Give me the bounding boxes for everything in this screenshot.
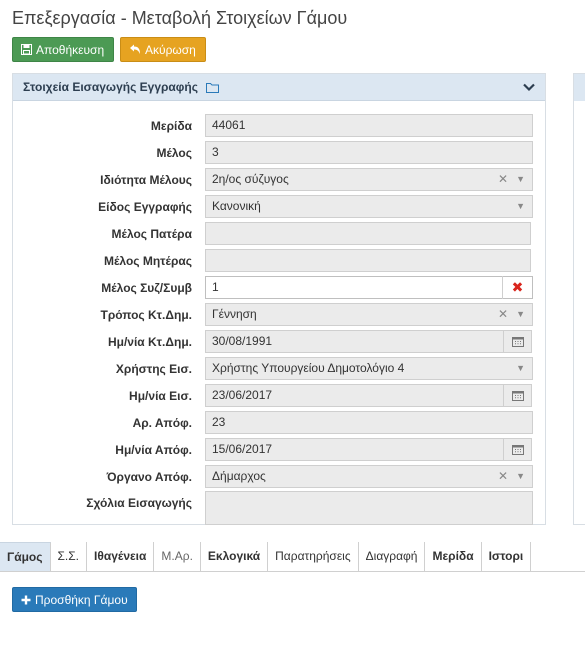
page-title: Επεξεργασία - Μεταβολή Στοιχείων Γάμου: [12, 8, 348, 28]
dropdown-caret-icon[interactable]: ▼: [516, 358, 525, 379]
tab-merida[interactable]: Μερίδα: [425, 542, 482, 571]
decision-body-select[interactable]: Δήμαρχος ✕ ▼: [205, 465, 533, 488]
tab-mar[interactable]: Μ.Αρ.: [154, 542, 201, 571]
plus-icon: [21, 595, 31, 604]
tab-gamos[interactable]: Γάμος: [0, 542, 51, 571]
tab-ss[interactable]: Σ.Σ.: [50, 542, 88, 571]
mother-member-field: [205, 249, 531, 272]
member-property-label: Ιδιότητα Μέλους: [100, 173, 192, 187]
tab-bar: Γάμος Σ.Σ. Ιθαγένεια Μ.Αρ. Εκλογικά Παρα…: [0, 542, 585, 572]
acquisition-date-field[interactable]: 30/08/1991: [205, 330, 532, 353]
calendar-icon[interactable]: [503, 438, 531, 461]
tab-istoriko[interactable]: Ιστορι: [481, 542, 532, 571]
entry-date-value: 23/06/2017: [212, 388, 273, 402]
acquisition-method-value: Γέννηση: [212, 307, 257, 321]
panel-header[interactable]: Στοιχεία Εισαγωγής Εγγραφής: [13, 74, 545, 101]
clear-icon[interactable]: ✕: [498, 169, 508, 190]
floppy-disk-icon: [21, 44, 32, 55]
decision-date-label: Ημ/νία Απόφ.: [115, 443, 192, 457]
dropdown-caret-icon[interactable]: ▼: [516, 466, 525, 487]
tab-paratiriseis[interactable]: Παρατηρήσεις: [268, 542, 359, 571]
entry-comments-label: Σχόλια Εισαγωγής: [86, 496, 192, 510]
entry-date-label: Ημ/νία Εισ.: [129, 389, 192, 403]
member-property-select[interactable]: 2η/ος σύζυγος ✕ ▼: [205, 168, 533, 191]
entry-details-panel: Στοιχεία Εισαγωγής Εγγραφής Μερίδα 44061…: [12, 73, 546, 525]
dropdown-caret-icon[interactable]: ▼: [516, 304, 525, 325]
calendar-icon[interactable]: [503, 384, 531, 407]
add-marriage-button[interactable]: Προσθήκη Γάμου: [12, 587, 137, 612]
spouse-member-value: 1: [212, 280, 219, 294]
merida-field: 44061: [205, 114, 533, 137]
decision-number-field: 23: [205, 411, 533, 434]
decision-number-label: Αρ. Απόφ.: [132, 416, 192, 430]
melos-label: Μέλος: [156, 146, 192, 160]
decision-date-value: 15/06/2017: [212, 442, 273, 456]
dropdown-caret-icon[interactable]: ▼: [516, 196, 525, 217]
add-marriage-label: Προσθήκη Γάμου: [35, 592, 128, 607]
side-panel-header: [574, 74, 585, 101]
father-member-field: [205, 222, 531, 245]
cancel-label: Ακύρωση: [145, 42, 196, 57]
tab-diagrafi[interactable]: Διαγραφή: [358, 542, 426, 571]
entry-type-label: Είδος Εγγραφής: [98, 200, 192, 214]
melos-field: 3: [205, 141, 533, 164]
member-property-value: 2η/ος σύζυγος: [212, 172, 289, 186]
save-label: Αποθήκευση: [36, 42, 105, 57]
remove-icon[interactable]: ✖: [502, 276, 532, 299]
acquisition-date-value: 30/08/1991: [212, 334, 273, 348]
toolbar: Αποθήκευση Ακύρωση: [12, 37, 206, 62]
decision-body-value: Δήμαρχος: [212, 469, 266, 483]
dropdown-caret-icon[interactable]: ▼: [516, 169, 525, 190]
entry-type-value: Κανονική: [212, 199, 261, 213]
undo-arrow-icon: [130, 44, 140, 54]
folder-icon: [205, 82, 219, 93]
entry-user-label: Χρήστης Εισ.: [115, 362, 192, 376]
decision-body-label: Όργανο Απόφ.: [106, 470, 192, 484]
panel-title: Στοιχεία Εισαγωγής Εγγραφής: [23, 80, 198, 94]
entry-comments-textarea[interactable]: [205, 491, 533, 525]
acquisition-method-select[interactable]: Γέννηση ✕ ▼: [205, 303, 533, 326]
father-member-label: Μέλος Πατέρα: [111, 227, 192, 241]
save-button[interactable]: Αποθήκευση: [12, 37, 114, 62]
entry-date-field[interactable]: 23/06/2017: [205, 384, 532, 407]
decision-date-field[interactable]: 15/06/2017: [205, 438, 532, 461]
calendar-icon[interactable]: [503, 330, 531, 353]
spouse-member-input[interactable]: 1 ✖: [205, 276, 533, 299]
mother-member-label: Μέλος Μητέρας: [104, 254, 192, 268]
spouse-member-label: Μέλος Συζ/Συμβ: [101, 281, 192, 295]
clear-icon[interactable]: ✕: [498, 466, 508, 487]
entry-user-select[interactable]: Χρήστης Υπουργείου Δημοτολόγιο 4 ▼: [205, 357, 533, 380]
tab-eklogika[interactable]: Εκλογικά: [200, 542, 269, 571]
entry-user-value: Χρήστης Υπουργείου Δημοτολόγιο 4: [212, 361, 405, 375]
merida-label: Μερίδα: [150, 119, 192, 133]
tab-ithageneia[interactable]: Ιθαγένεια: [87, 542, 155, 571]
acquisition-method-label: Τρόπος Κτ.Δημ.: [100, 308, 193, 322]
entry-type-select[interactable]: Κανονική ▼: [205, 195, 533, 218]
chevron-down-icon[interactable]: [523, 83, 535, 92]
acquisition-date-label: Ημ/νία Κτ.Δημ.: [107, 335, 192, 349]
cancel-button[interactable]: Ακύρωση: [120, 37, 206, 62]
side-panel: [573, 73, 585, 525]
clear-icon[interactable]: ✕: [498, 304, 508, 325]
